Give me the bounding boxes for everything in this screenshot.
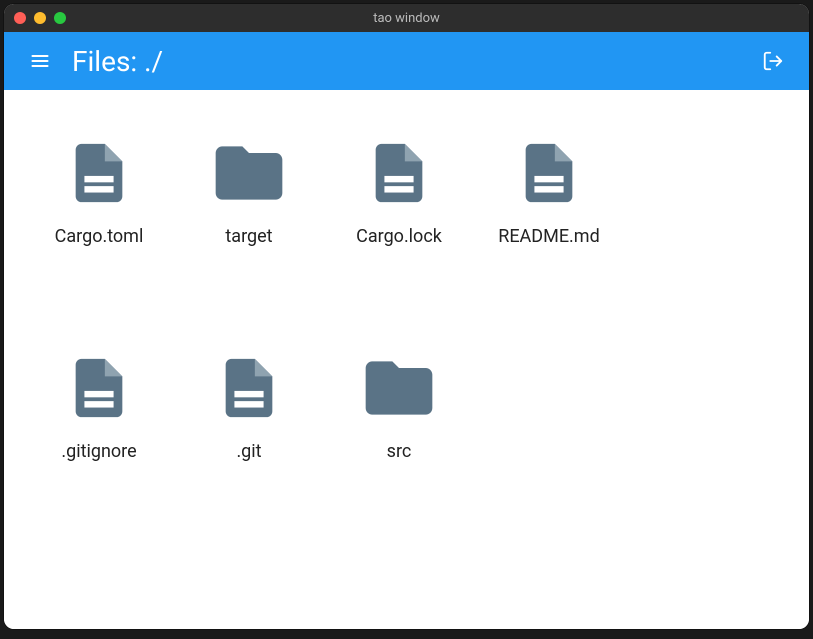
window-title: tao window (4, 11, 809, 26)
file-grid: Cargo.toml target Cargo.lock README.md .giti… (24, 120, 789, 470)
file-item[interactable]: .gitignore (24, 335, 174, 470)
folder-item[interactable]: src (324, 335, 474, 470)
item-label: src (387, 441, 412, 462)
hamburger-icon (30, 51, 50, 71)
traffic-lights (14, 12, 66, 24)
file-item[interactable]: Cargo.lock (324, 120, 474, 255)
item-label: README.md (498, 226, 600, 247)
titlebar[interactable]: tao window (4, 4, 809, 32)
file-icon (59, 343, 139, 433)
app-window: tao window Files: ./ Cargo.tomltargetCar… (4, 4, 809, 629)
page-title: Files: ./ (72, 45, 755, 78)
folder-item[interactable]: target (174, 120, 324, 255)
menu-button[interactable] (22, 43, 58, 79)
file-icon (209, 343, 289, 433)
file-grid-area: Cargo.toml target Cargo.lock README.md .giti… (4, 90, 809, 629)
file-item[interactable]: README.md (474, 120, 624, 255)
folder-icon (359, 343, 439, 433)
file-icon (359, 128, 439, 218)
item-label: target (225, 226, 272, 247)
item-label: .gitignore (61, 441, 136, 462)
item-label: .git (236, 441, 261, 462)
folder-icon (209, 128, 289, 218)
item-label: Cargo.lock (356, 226, 442, 247)
file-item[interactable]: Cargo.toml (24, 120, 174, 255)
item-label: Cargo.toml (55, 226, 144, 247)
exit-icon (762, 50, 784, 72)
exit-button[interactable] (755, 43, 791, 79)
file-icon (509, 128, 589, 218)
toolbar: Files: ./ (4, 32, 809, 90)
file-icon (59, 128, 139, 218)
minimize-window-button[interactable] (34, 12, 46, 24)
maximize-window-button[interactable] (54, 12, 66, 24)
close-window-button[interactable] (14, 12, 26, 24)
file-item[interactable]: .git (174, 335, 324, 470)
